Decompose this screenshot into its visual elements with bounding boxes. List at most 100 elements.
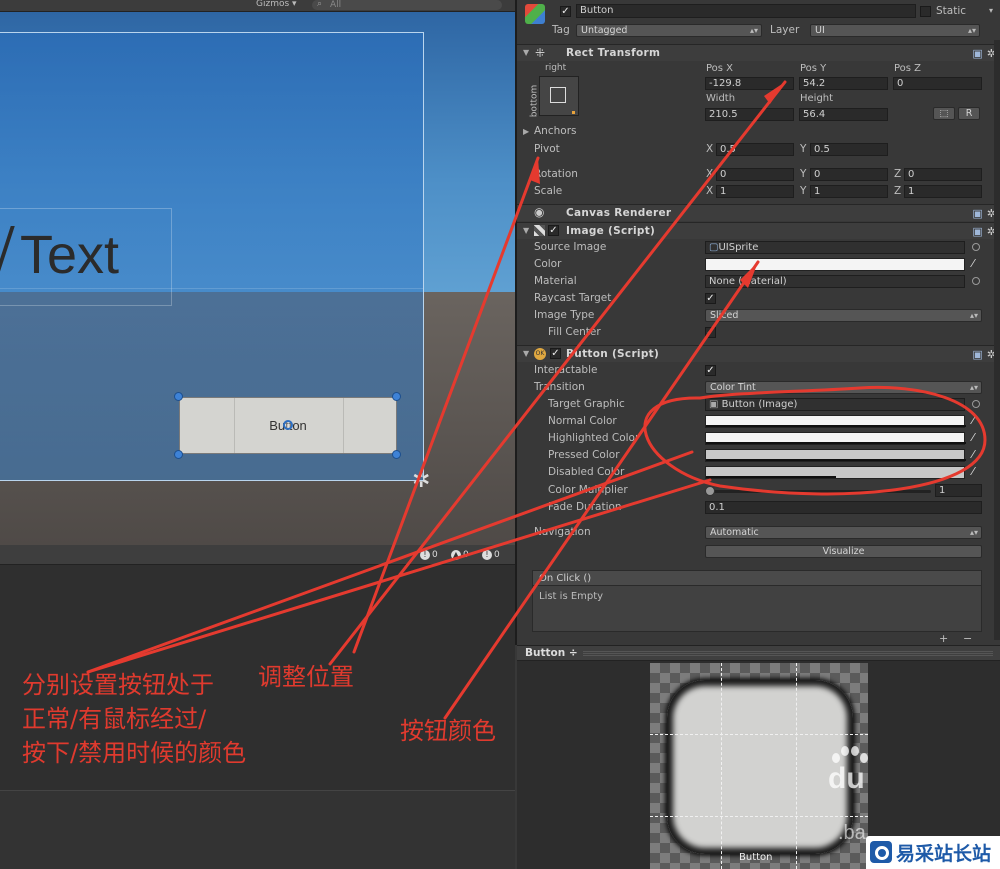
navigation-dropdown[interactable]: Automatic ▴▾ (705, 526, 982, 539)
resize-handle-bottom-left[interactable] (174, 450, 183, 459)
scale-y-field[interactable]: 1 (810, 185, 888, 198)
color-multiplier-slider[interactable] (705, 486, 931, 496)
raycast-target-checkbox[interactable]: ✓ (705, 293, 716, 304)
disabled-color-label: Disabled Color (548, 466, 625, 478)
tag-dropdown[interactable]: Untagged ▴▾ (576, 24, 762, 37)
object-picker-icon[interactable] (972, 277, 980, 285)
resize-handle-top-left[interactable] (174, 392, 183, 401)
resize-handle-bottom-right[interactable] (392, 450, 401, 459)
scene-search-input[interactable]: ⌕ All (312, 0, 502, 10)
blueprint-mode-button[interactable]: ⬚ (933, 107, 955, 120)
scene-text[interactable]: Text (20, 224, 119, 286)
component-help-icon[interactable]: ▣ ✲ (972, 348, 996, 361)
normal-color-swatch[interactable] (705, 415, 966, 428)
color-multiplier-field[interactable]: 1 (935, 484, 982, 497)
rotation-x-field[interactable]: 0 (716, 168, 794, 181)
fade-duration-field[interactable]: 0.1 (705, 501, 982, 514)
interactable-checkbox[interactable]: ✓ (705, 365, 716, 376)
image-component-header[interactable]: ▼ ✓ Image (Script) ▣ ✲ (517, 222, 1000, 239)
fade-duration-label: Fade Duration (548, 501, 622, 513)
height-label: Height (800, 93, 834, 104)
preview-header[interactable]: Button ÷ (517, 645, 1000, 661)
inspector-panel: ✓ Button Static ▾ Tag Untagged ▴▾ Layer U… (515, 0, 1000, 645)
height-field[interactable]: 56.4 (799, 108, 888, 121)
eyedropper-icon[interactable]: ⁄ (967, 258, 979, 271)
eyedropper-icon[interactable]: ⁄ (967, 415, 979, 428)
transition-dropdown[interactable]: Color Tint ▴▾ (705, 381, 982, 394)
scene-view[interactable]: Gizmos ▾ ⌕ All Text Button ✲ (0, 0, 515, 545)
button-component-header[interactable]: ▼ OK ✓ Button (Script) ▣ ✲ (517, 345, 1000, 362)
eyedropper-icon[interactable]: ⁄ (967, 432, 979, 445)
site-logo: 易采站长站 (866, 836, 1000, 869)
rotation-x-axis-label: X (706, 168, 714, 180)
annotation-states-line: 正常/有鼠标经过/ (22, 705, 207, 733)
scale-label: Scale (534, 185, 563, 197)
anchor-gizmo-icon[interactable]: ✲ (412, 470, 430, 492)
pivot-x-axis-label: X (706, 143, 714, 155)
inspector-scrollbar[interactable] (994, 40, 1000, 640)
gizmos-menu[interactable]: Gizmos ▾ (256, 0, 297, 9)
console-warning-count[interactable]: ▲ 0 (451, 549, 469, 562)
fill-center-checkbox[interactable]: ✓ (705, 327, 716, 338)
pos-x-field[interactable]: -129.8 (705, 77, 794, 90)
foldout-arrow-icon[interactable]: ▼ (523, 48, 529, 57)
highlighted-color-swatch[interactable] (705, 432, 966, 445)
pos-z-field[interactable]: 0 (893, 77, 982, 90)
pos-y-field[interactable]: 54.2 (799, 77, 888, 90)
image-enabled-checkbox[interactable]: ✓ (548, 225, 559, 236)
object-picker-icon[interactable] (972, 243, 980, 251)
console-error-count[interactable]: ! 0 (482, 549, 500, 562)
raw-edit-button[interactable]: R (958, 107, 980, 120)
preview-drag-bar[interactable] (583, 651, 993, 656)
object-name-field[interactable]: Button (576, 4, 916, 18)
eyedropper-icon[interactable]: ⁄ (967, 466, 979, 479)
rotation-y-axis-label: Y (800, 168, 807, 180)
object-picker-icon[interactable] (972, 400, 980, 408)
foldout-arrow-icon[interactable]: ▼ (523, 349, 529, 358)
component-help-icon[interactable]: ▣ ✲ (972, 207, 996, 220)
info-icon: ! (420, 550, 430, 560)
width-field[interactable]: 210.5 (705, 108, 794, 121)
scale-x-field[interactable]: 1 (716, 185, 794, 198)
console-log-count[interactable]: ! 0 (420, 549, 438, 562)
active-checkbox[interactable]: ✓ (560, 6, 571, 17)
rotation-label: Rotation (534, 168, 578, 180)
console-toolbar: ! 0 ▲ 0 ! 0 (0, 545, 515, 565)
anchor-preset-button[interactable] (539, 76, 579, 116)
layer-dropdown[interactable]: UI ▴▾ (810, 24, 980, 37)
material-field[interactable]: None (Material) (705, 275, 965, 288)
raycast-target-label: Raycast Target (534, 292, 612, 304)
eyedropper-icon[interactable]: ⁄ (967, 449, 979, 462)
onclick-empty-text: List is Empty (539, 591, 604, 602)
source-image-field[interactable]: ▢UISprite (705, 241, 965, 254)
resize-handle-top-right[interactable] (392, 392, 401, 401)
rect-transform-header[interactable]: ▼ ⁜ Rect Transform ▣ ✲ (517, 44, 1000, 61)
foldout-arrow-icon[interactable]: ▼ (523, 226, 529, 235)
pivot-y-field[interactable]: 0.5 (810, 143, 888, 156)
scale-z-field[interactable]: 1 (904, 185, 982, 198)
component-help-icon[interactable]: ▣ ✲ (972, 47, 996, 60)
visualize-button[interactable]: Visualize (705, 545, 982, 558)
component-help-icon[interactable]: ▣ ✲ (972, 225, 996, 238)
canvas-renderer-header[interactable]: ◉ Canvas Renderer ▣ ✲ (517, 204, 1000, 221)
pressed-color-swatch[interactable] (705, 449, 966, 462)
slice-border-line (650, 734, 868, 735)
image-color-swatch[interactable] (705, 258, 965, 271)
rotation-y-field[interactable]: 0 (810, 168, 888, 181)
preview-title: Button ÷ (525, 647, 578, 659)
image-type-dropdown[interactable]: Sliced ▴▾ (705, 309, 982, 322)
static-checkbox[interactable] (920, 6, 931, 17)
disabled-color-swatch[interactable] (705, 466, 965, 479)
target-graphic-field[interactable]: ▣ Button (Image) (705, 398, 965, 411)
anchors-foldout-icon[interactable]: ▶ (523, 127, 529, 136)
pivot-handle[interactable] (283, 420, 293, 430)
annotation-position-text: 调整位置 (258, 663, 354, 691)
static-dropdown[interactable]: ▾ (982, 5, 996, 18)
slider-thumb[interactable] (705, 486, 715, 496)
button-enabled-checkbox[interactable]: ✓ (550, 348, 561, 359)
add-event-button[interactable]: + (939, 632, 948, 645)
pivot-x-field[interactable]: 0.5 (716, 143, 794, 156)
rotation-z-axis-label: Z (894, 168, 902, 180)
remove-event-button[interactable]: − (963, 632, 972, 645)
rotation-z-field[interactable]: 0 (904, 168, 982, 181)
